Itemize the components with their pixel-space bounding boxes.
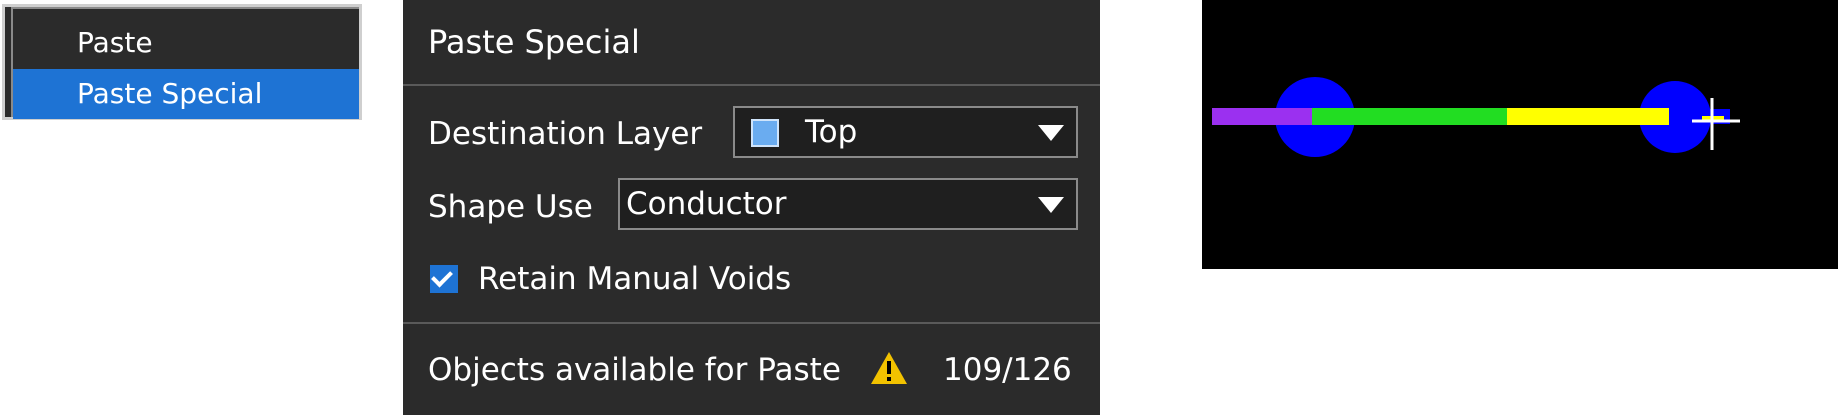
menu-item-paste-special[interactable]: Paste Special (13, 69, 359, 119)
chevron-down-icon (1038, 197, 1064, 213)
menu-item-label: Paste Special (77, 77, 263, 110)
divider (403, 322, 1100, 324)
destination-layer-label: Destination Layer (428, 116, 703, 152)
shape-use-value: Conductor (626, 186, 787, 222)
paste-special-panel: Paste Special Destination Layer Top Shap… (403, 0, 1100, 415)
pcb-preview-canvas[interactable] (1202, 0, 1838, 269)
retain-manual-voids-label[interactable]: Retain Manual Voids (478, 257, 791, 301)
destination-layer-dropdown[interactable]: Top (733, 106, 1078, 158)
retain-manual-voids-checkbox[interactable] (430, 265, 458, 293)
panel-title: Paste Special (428, 23, 640, 61)
objects-available-count: 109/126 (943, 352, 1072, 388)
objects-available-label: Objects available for Paste (428, 352, 841, 388)
track-segment-green[interactable] (1312, 108, 1510, 125)
shape-use-label: Shape Use (428, 189, 593, 225)
context-menu: Paste Paste Special (2, 4, 362, 120)
checkmark-icon (431, 265, 453, 288)
chevron-down-icon (1038, 125, 1064, 141)
layer-color-swatch (751, 119, 779, 147)
track-segment-purple[interactable] (1212, 108, 1316, 125)
menu-item-label: Paste (77, 26, 153, 59)
warning-icon (871, 352, 907, 384)
context-menu-body: Paste Paste Special (11, 7, 359, 119)
menu-item-paste[interactable]: Paste (13, 18, 359, 68)
divider (403, 84, 1100, 86)
track-segment-yellow[interactable] (1507, 108, 1669, 125)
shape-use-dropdown[interactable]: Conductor (618, 178, 1078, 230)
destination-layer-value: Top (805, 114, 858, 150)
